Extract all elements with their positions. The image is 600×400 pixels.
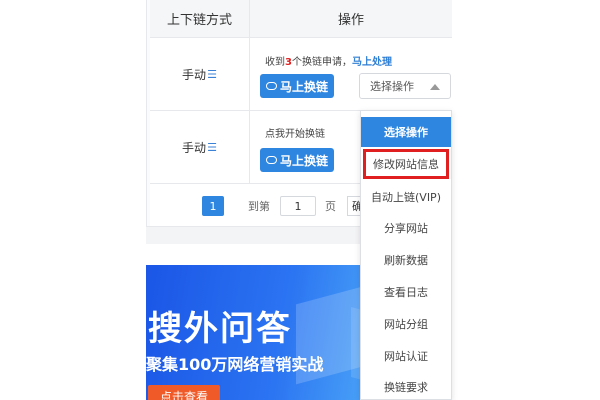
goto-suffix: 页 bbox=[325, 200, 336, 213]
banner-title: 搜外问答 bbox=[148, 309, 292, 349]
operations-cell: 收到3个换链申请，马上处理 马上换链 选择操作 bbox=[250, 38, 452, 110]
operation-select[interactable]: 选择操作 bbox=[359, 73, 451, 99]
notice-prefix: 收到 bbox=[265, 57, 285, 68]
link-method-cell: 手动 ☰ bbox=[150, 111, 250, 183]
menu-item-view-logs[interactable]: 查看日志 bbox=[361, 277, 451, 307]
menu-item-site-verify[interactable]: 网站认证 bbox=[361, 341, 451, 371]
link-method-text: 手动 bbox=[182, 140, 207, 155]
link-method-cell: 手动 ☰ bbox=[150, 38, 250, 110]
sliders-icon[interactable]: ☰ bbox=[207, 141, 217, 154]
menu-item-edit-site-info[interactable]: 修改网站信息 bbox=[363, 149, 449, 179]
link-icon bbox=[265, 82, 277, 90]
start-swap-notice: 点我开始换链 bbox=[265, 129, 325, 140]
header-link-method: 上下链方式 bbox=[150, 0, 250, 38]
banner-cta-button[interactable]: 点击查看 bbox=[148, 385, 220, 400]
swap-link-label: 马上换链 bbox=[279, 153, 328, 168]
page-1-button[interactable]: 1 bbox=[202, 196, 224, 216]
menu-item-site-group[interactable]: 网站分组 bbox=[361, 309, 451, 339]
swap-link-label: 马上换链 bbox=[279, 79, 328, 94]
menu-item-refresh-data[interactable]: 刷新数据 bbox=[361, 245, 451, 275]
handle-now-link[interactable]: 马上处理 bbox=[352, 57, 392, 68]
goto-page-input[interactable]: 1 bbox=[280, 196, 316, 216]
sliders-icon[interactable]: ☰ bbox=[207, 68, 217, 81]
menu-item-select-operation[interactable]: 选择操作 bbox=[361, 117, 451, 147]
menu-item-link-requirements[interactable]: 换链要求 bbox=[361, 372, 451, 399]
menu-item-auto-link-vip[interactable]: 自动上链(VIP) bbox=[361, 182, 451, 212]
operation-select-value: 选择操作 bbox=[370, 80, 414, 93]
operation-dropdown-menu: 选择操作 修改网站信息 自动上链(VIP) 分享网站 刷新数据 查看日志 网站分… bbox=[360, 110, 452, 400]
swap-link-button[interactable]: 马上换链 bbox=[260, 148, 334, 172]
menu-item-share-site[interactable]: 分享网站 bbox=[361, 213, 451, 243]
header-operations: 操作 bbox=[250, 0, 452, 38]
swap-link-button[interactable]: 马上换链 bbox=[260, 74, 334, 98]
table-row: 手动 ☰ 收到3个换链申请，马上处理 马上换链 选择操作 bbox=[150, 38, 452, 111]
link-icon bbox=[265, 156, 277, 164]
caret-up-icon bbox=[430, 84, 440, 90]
request-count: 3 bbox=[285, 57, 292, 68]
banner-subtitle: 聚集100万网络营销实战 bbox=[146, 355, 324, 374]
goto-prefix: 到第 bbox=[248, 200, 270, 213]
notice-suffix: 个换链申请， bbox=[291, 57, 352, 68]
swap-request-notice: 收到3个换链申请，马上处理 bbox=[265, 53, 392, 68]
link-method-text: 手动 bbox=[182, 67, 207, 82]
